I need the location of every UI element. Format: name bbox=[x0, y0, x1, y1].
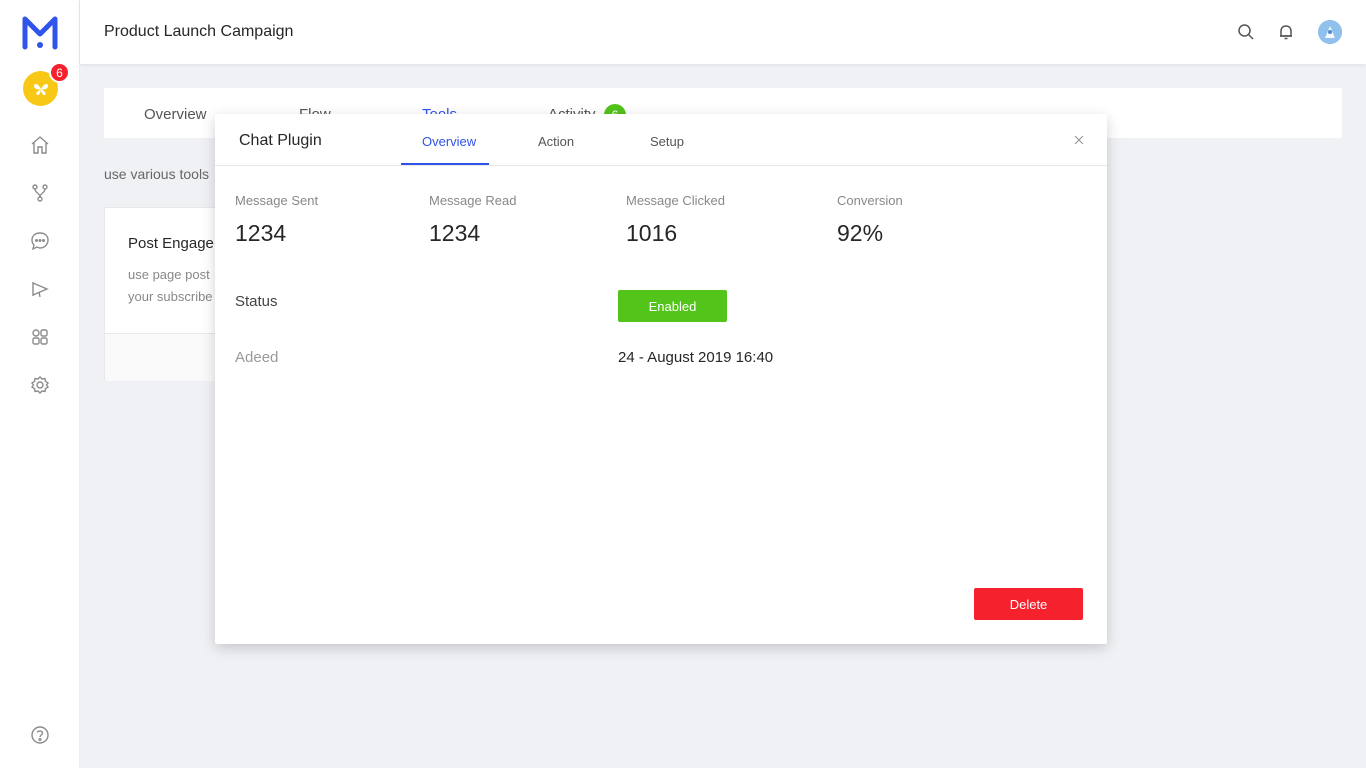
tool-card-desc-line1: use page post bbox=[128, 267, 210, 282]
chat-icon[interactable] bbox=[30, 231, 50, 251]
status-enabled-button[interactable]: Enabled bbox=[618, 290, 727, 322]
help-icon[interactable] bbox=[30, 725, 50, 745]
butterfly-icon bbox=[33, 83, 48, 95]
modal-tab-setup[interactable]: Setup bbox=[650, 134, 684, 149]
megaphone-icon[interactable] bbox=[30, 279, 50, 299]
modal-header: Chat Plugin Overview Action Setup bbox=[215, 114, 1107, 166]
notification-count-badge: 6 bbox=[49, 62, 70, 83]
stat-value-conversion: 92% bbox=[837, 220, 884, 246]
search-icon[interactable] bbox=[1236, 22, 1256, 42]
status-label: Status bbox=[235, 293, 278, 310]
stat-value-message-clicked: 1016 bbox=[626, 220, 678, 246]
sidebar: 6 bbox=[0, 0, 80, 768]
close-icon[interactable] bbox=[1071, 132, 1087, 148]
stat-value-message-read: 1234 bbox=[429, 220, 481, 246]
page-title: Product Launch Campaign bbox=[104, 23, 294, 40]
app-logo[interactable] bbox=[22, 14, 58, 50]
home-icon[interactable] bbox=[30, 135, 50, 155]
modal-title: Chat Plugin bbox=[239, 132, 322, 149]
stat-value-message-sent: 1234 bbox=[235, 220, 287, 246]
apps-icon[interactable] bbox=[30, 327, 50, 347]
tools-description: use various tools bbox=[104, 166, 210, 182]
stat-label-message-clicked: Message Clicked bbox=[626, 193, 725, 208]
settings-icon[interactable] bbox=[30, 375, 50, 395]
stat-label-message-sent: Message Sent bbox=[235, 193, 319, 208]
delete-button[interactable]: Delete bbox=[974, 588, 1083, 620]
tab-overview[interactable]: Overview bbox=[144, 106, 207, 123]
tool-card-title: Post Engage bbox=[128, 235, 214, 252]
bell-icon[interactable] bbox=[1276, 22, 1296, 42]
active-tab-indicator bbox=[401, 163, 489, 165]
added-date: 24 - August 2019 16:40 bbox=[618, 349, 774, 366]
modal-tab-action[interactable]: Action bbox=[538, 134, 574, 149]
top-header: Product Launch Campaign bbox=[80, 0, 1366, 64]
user-avatar[interactable] bbox=[1318, 20, 1342, 44]
modal-tab-overview[interactable]: Overview bbox=[422, 134, 476, 149]
added-label: Adeed bbox=[235, 349, 279, 366]
stat-label-message-read: Message Read bbox=[429, 193, 517, 208]
stat-label-conversion: Conversion bbox=[837, 193, 903, 208]
tool-card-desc-line2: your subscribe bbox=[128, 289, 213, 304]
chat-plugin-modal: Chat Plugin Overview Action Setup Messag… bbox=[215, 114, 1107, 644]
flow-branch-icon[interactable] bbox=[30, 183, 50, 203]
